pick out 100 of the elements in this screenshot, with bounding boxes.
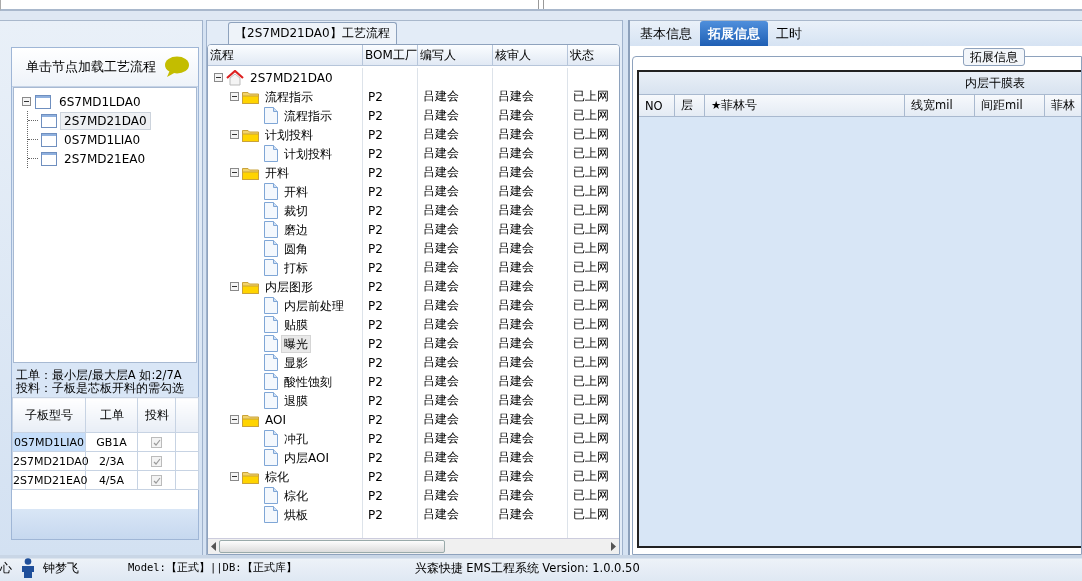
tree-node[interactable]: 打标: [281, 258, 311, 277]
column-header[interactable]: 状态: [568, 45, 619, 65]
column-header[interactable]: 间距mil: [975, 95, 1045, 116]
table-cell: 吕建会: [418, 106, 493, 125]
collapse-icon[interactable]: [230, 415, 239, 424]
tree-node[interactable]: 裁切: [281, 201, 311, 220]
folder-icon: [242, 412, 259, 427]
tree-node[interactable]: 计划投料: [281, 144, 335, 163]
hint-text: 工单：最小层/最大层A 如:2/7A: [16, 369, 183, 382]
tab[interactable]: 拓展信息: [700, 21, 768, 46]
table-cell: 已上网: [568, 87, 619, 106]
table-cell: P2: [363, 353, 418, 372]
tree-node[interactable]: 曝光: [281, 334, 311, 353]
tree-node[interactable]: 磨边: [281, 220, 311, 239]
tree-node[interactable]: 6S7MD1LDA0: [55, 92, 145, 111]
collapse-icon[interactable]: [230, 92, 239, 101]
column-header[interactable]: 菲林: [1045, 95, 1082, 116]
table-cell: 已上网: [568, 201, 619, 220]
table-cell: 吕建会: [493, 486, 568, 505]
document-icon: [264, 373, 278, 390]
table-cell: 吕建会: [418, 220, 493, 239]
table-cell: GB1A: [85, 432, 138, 452]
tree-node[interactable]: 0S7MD1LIA0: [60, 130, 145, 149]
collapse-icon[interactable]: [214, 73, 223, 82]
column-header[interactable]: BOM工厂: [363, 45, 418, 65]
table-cell: P2: [363, 486, 418, 505]
document-icon: [264, 145, 278, 162]
tree-node[interactable]: 显影: [281, 353, 311, 372]
table-cell: 吕建会: [493, 448, 568, 467]
document-icon: [264, 335, 278, 352]
table-cell: 吕建会: [493, 391, 568, 410]
collapse-icon[interactable]: [230, 130, 239, 139]
collapse-icon[interactable]: [22, 97, 31, 106]
tree-node[interactable]: 内层图形: [262, 277, 316, 296]
tree-node[interactable]: AOI: [262, 410, 289, 429]
tree-node[interactable]: 酸性蚀刻: [281, 372, 335, 391]
table-cell: 已上网: [568, 448, 619, 467]
document-icon: [264, 487, 278, 504]
table-cell: 吕建会: [493, 505, 568, 524]
table-cell: 吕建会: [418, 125, 493, 144]
speech-bubble-icon: [164, 56, 190, 78]
tree-node[interactable]: 棕化: [262, 467, 292, 486]
table-cell: 吕建会: [493, 315, 568, 334]
person-icon: [21, 558, 35, 578]
horizontal-scrollbar[interactable]: [208, 538, 619, 554]
tree-node[interactable]: 2S7MD21EA0: [60, 149, 150, 168]
column-header[interactable]: ★菲林号: [705, 95, 905, 116]
table-cell: 已上网: [568, 353, 619, 372]
table-cell: P2: [363, 144, 418, 163]
table-cell: 吕建会: [418, 315, 493, 334]
tree-node[interactable]: 贴膜: [281, 315, 311, 334]
tree-node[interactable]: 冲孔: [281, 429, 311, 448]
window-icon: [41, 151, 57, 166]
table-cell: 吕建会: [493, 258, 568, 277]
collapse-icon[interactable]: [230, 168, 239, 177]
tree-node[interactable]: 2S7MD21DA0: [247, 68, 336, 87]
tree-node[interactable]: 流程指示: [262, 87, 316, 106]
table-cell: 吕建会: [493, 201, 568, 220]
tree-node[interactable]: 退膜: [281, 391, 311, 410]
table-cell: P2: [363, 182, 418, 201]
column-header[interactable]: 流程: [208, 45, 363, 65]
table-cell: 已上网: [568, 258, 619, 277]
tree-node[interactable]: 棕化: [281, 486, 311, 505]
column-header[interactable]: 子板型号: [12, 397, 86, 433]
column-header[interactable]: 投料: [137, 397, 176, 433]
tab[interactable]: 工时: [768, 21, 810, 46]
tree-node[interactable]: 开料: [262, 163, 292, 182]
column-header[interactable]: NO: [639, 95, 675, 116]
column-header[interactable]: 线宽mil: [905, 95, 975, 116]
tree-node[interactable]: 计划投料: [262, 125, 316, 144]
table-cell: 吕建会: [493, 429, 568, 448]
tree-node[interactable]: 烘板: [281, 505, 311, 524]
column-header[interactable]: 核审人: [493, 45, 568, 65]
column-header[interactable]: 层: [675, 95, 705, 116]
tree-node[interactable]: 2S7MD21DA0: [60, 111, 151, 130]
table-cell: 已上网: [568, 429, 619, 448]
tree-node[interactable]: 内层前处理: [281, 296, 347, 315]
table-cell: 吕建会: [493, 87, 568, 106]
checkbox[interactable]: [151, 456, 162, 467]
checkbox[interactable]: [151, 437, 162, 448]
table-cell: P2: [363, 429, 418, 448]
tab[interactable]: 基本信息: [632, 21, 700, 46]
collapse-icon[interactable]: [230, 472, 239, 481]
tree-node[interactable]: 开料: [281, 182, 311, 201]
document-icon: [264, 430, 278, 447]
document-icon: [264, 221, 278, 238]
column-header[interactable]: 工单: [85, 397, 138, 433]
table-cell: 吕建会: [493, 334, 568, 353]
tree-node[interactable]: 内层AOI: [281, 448, 332, 467]
collapse-icon[interactable]: [230, 282, 239, 291]
column-header[interactable]: 编写人: [418, 45, 493, 65]
table-cell: P2: [363, 239, 418, 258]
checkbox[interactable]: [151, 475, 162, 486]
table-cell: P2: [363, 296, 418, 315]
tree-node[interactable]: 圆角: [281, 239, 311, 258]
table-cell: 已上网: [568, 125, 619, 144]
folder-icon: [242, 469, 259, 484]
table-cell: 吕建会: [493, 372, 568, 391]
panel-title: 单击节点加载工艺流程: [26, 58, 156, 76]
tree-node[interactable]: 流程指示: [281, 106, 335, 125]
